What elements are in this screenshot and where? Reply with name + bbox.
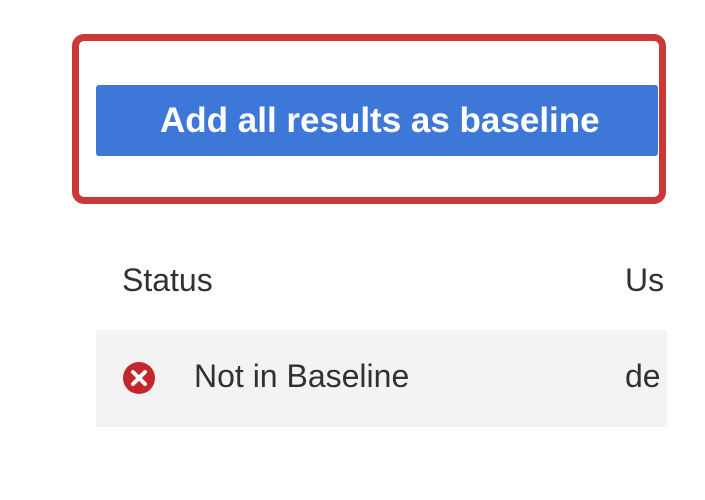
viewport-edge <box>667 0 705 500</box>
table-header-row: Status Us <box>96 240 667 330</box>
add-all-results-as-baseline-button[interactable]: Add all results as baseline <box>96 85 658 156</box>
error-circle-icon <box>122 361 156 395</box>
column-header-user[interactable]: Us <box>625 262 664 299</box>
column-header-status[interactable]: Status <box>122 262 213 299</box>
results-table: Status Us Not in Baseline de <box>96 240 667 427</box>
status-cell: Not in Baseline <box>194 358 410 394</box>
table-row[interactable]: Not in Baseline de <box>96 330 667 427</box>
user-cell: de <box>625 358 661 394</box>
